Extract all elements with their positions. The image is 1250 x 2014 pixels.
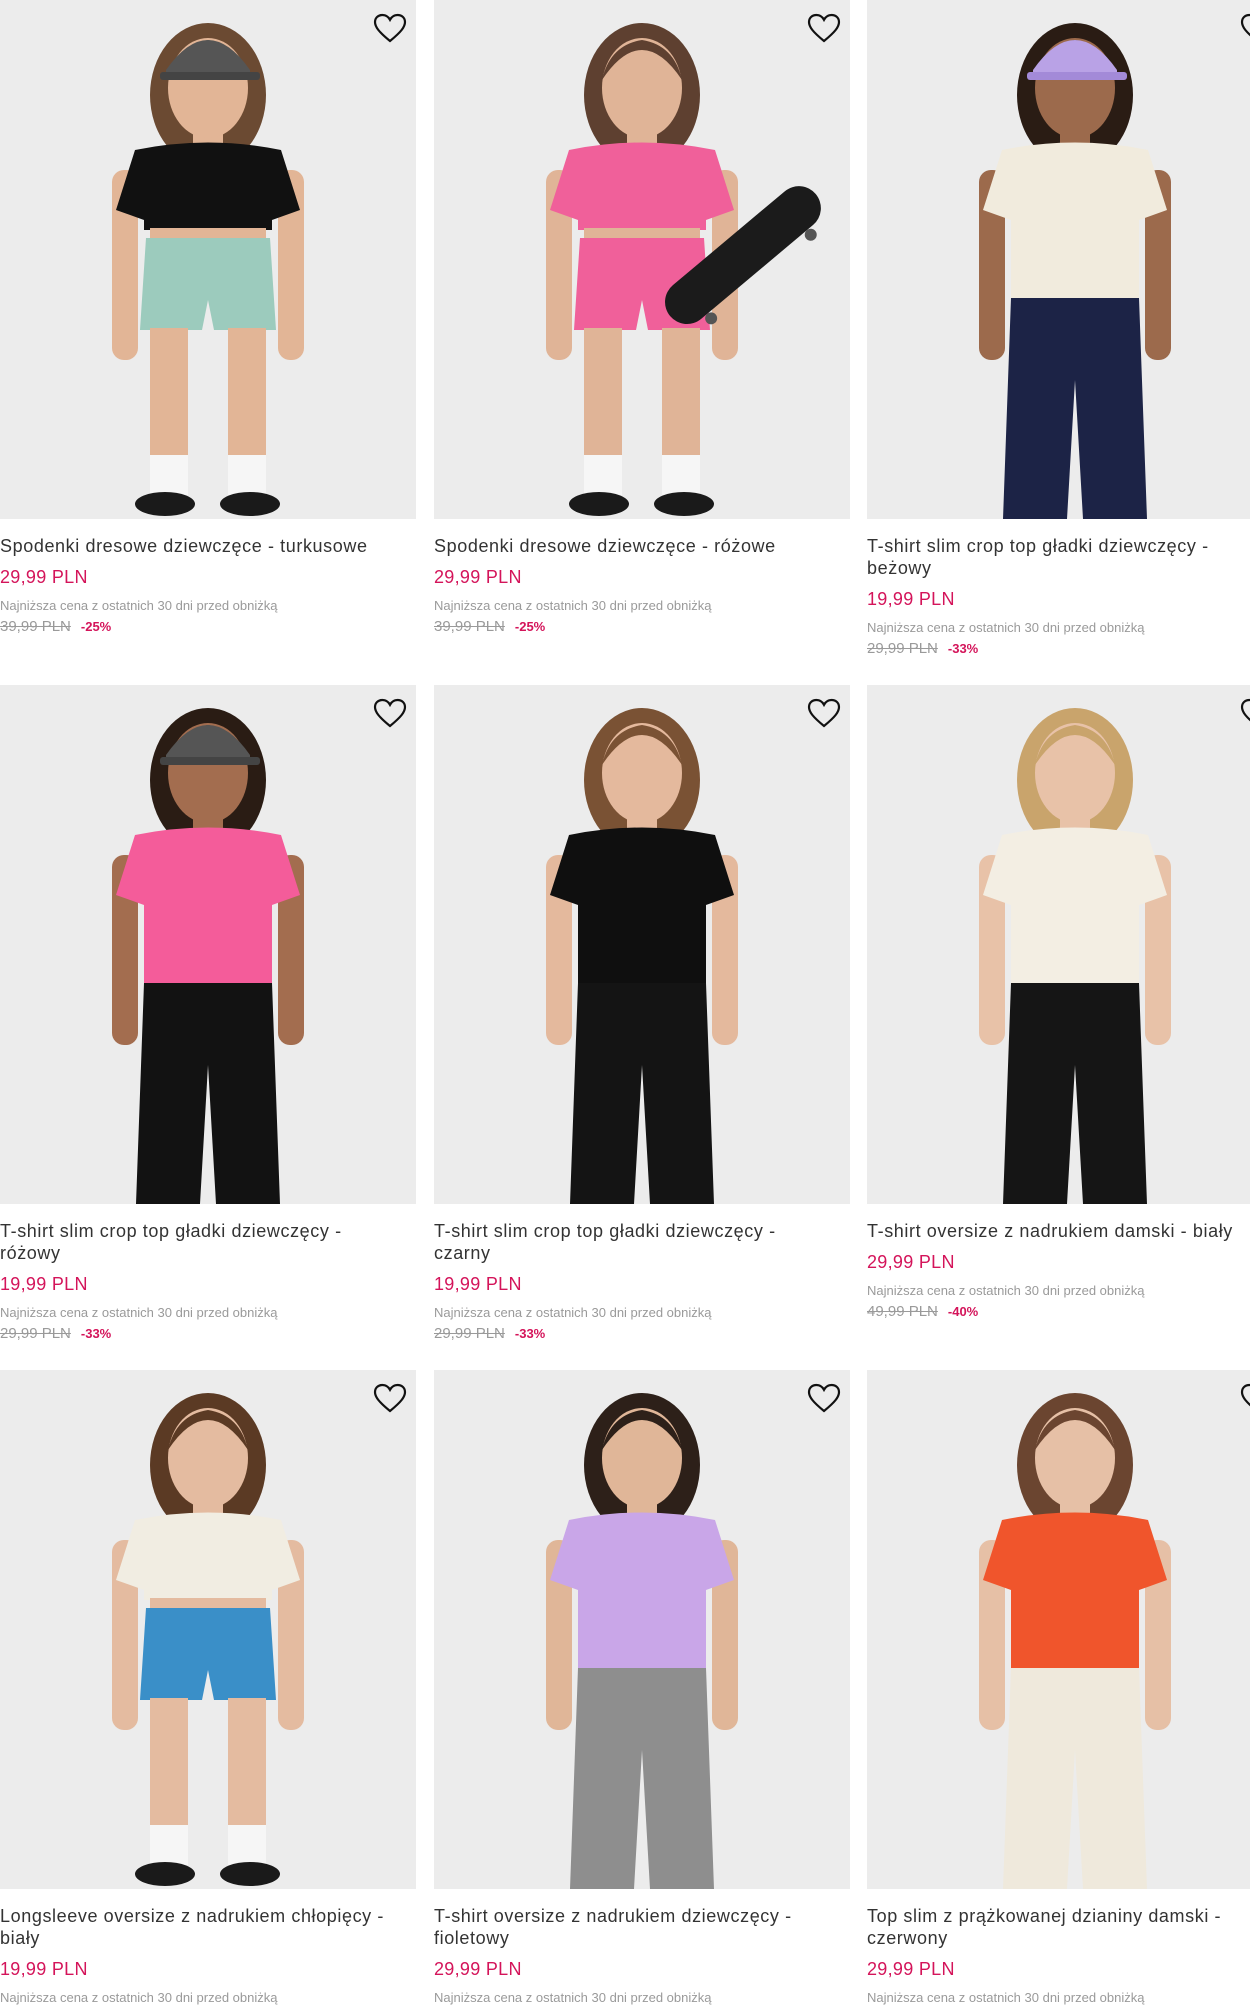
wishlist-heart-icon[interactable] [1239,10,1250,46]
product-price: 29,99 PLN [867,1959,955,1979]
model-photo [546,1393,738,1889]
model-photo [112,1393,304,1886]
lowest-price-label: Najniższa cena z ostatnich 30 dni przed … [0,598,278,613]
product-image[interactable] [867,685,1250,1204]
lowest-price-label: Najniższa cena z ostatnich 30 dni przed … [434,1990,712,2005]
previous-price-row: 39,99 PLN -25% [0,618,416,636]
product-price: 29,99 PLN [434,1959,522,1979]
wishlist-heart-icon[interactable] [372,10,408,46]
lowest-price-label: Najniższa cena z ostatnich 30 dni przed … [0,1990,278,2005]
lowest-price-label: Najniższa cena z ostatnich 30 dni przed … [434,1305,712,1320]
product-image[interactable] [434,685,850,1204]
product-price: 29,99 PLN [867,1252,955,1272]
product-title[interactable]: Top slim z prążkowanej dzianiny damski -… [867,1905,1250,1949]
product-title[interactable]: T-shirt slim crop top gładki dziewczęcy … [434,1220,850,1264]
product-title[interactable]: Spodenki dresowe dziewczęce - turkusowe [0,535,416,557]
discount-badge: -33% [514,1326,546,1341]
model-photo [979,1393,1171,1889]
product-title[interactable]: Spodenki dresowe dziewczęce - różowe [434,535,850,557]
old-price: 39,99 PLN [434,618,505,635]
product-price: 19,99 PLN [0,1274,88,1294]
previous-price-row: 29,99 PLN -33% [434,1325,850,1343]
lowest-price-label: Najniższa cena z ostatnich 30 dni przed … [0,1305,278,1320]
wishlist-heart-icon[interactable] [372,695,408,731]
lowest-price-label: Najniższa cena z ostatnich 30 dni przed … [867,1283,1145,1298]
product-image[interactable] [434,1370,850,1889]
product-image[interactable] [0,685,416,1204]
discount-badge: -33% [80,1326,112,1341]
old-price: 39,99 PLN [0,618,71,635]
product-title[interactable]: T-shirt slim crop top gładki dziewczęcy … [867,535,1250,579]
old-price: 29,99 PLN [434,1325,505,1342]
product-card[interactable]: T-shirt oversize z nadrukiem dziewczęcy … [434,1370,850,2006]
wishlist-heart-icon[interactable] [806,695,842,731]
product-card[interactable]: Spodenki dresowe dziewczęce - turkusowe 2… [0,0,416,636]
product-image[interactable] [0,1370,416,1889]
product-price: 29,99 PLN [434,567,522,587]
product-card[interactable]: Longsleeve oversize z nadrukiem chłopięc… [0,1370,416,2006]
product-card[interactable]: T-shirt slim crop top gładki dziewczęcy … [867,0,1250,658]
previous-price-row: 29,99 PLN -33% [0,1325,416,1343]
old-price: 49,99 PLN [867,1303,938,1320]
model-photo [979,708,1171,1204]
product-card[interactable]: Spodenki dresowe dziewczęce - różowe 29,9… [434,0,850,636]
wishlist-heart-icon[interactable] [1239,695,1250,731]
model-photo [546,23,821,516]
model-photo [112,708,304,1204]
product-card[interactable]: T-shirt slim crop top gładki dziewczęcy … [434,685,850,1343]
wishlist-heart-icon[interactable] [1239,1380,1250,1416]
wishlist-heart-icon[interactable] [372,1380,408,1416]
previous-price-row: 29,99 PLN -33% [867,640,1250,658]
product-price: 29,99 PLN [0,567,88,587]
product-image[interactable] [867,0,1250,519]
product-card[interactable]: Top slim z prążkowanej dzianiny damski -… [867,1370,1250,2006]
discount-badge: -40% [947,1304,979,1319]
product-price: 19,99 PLN [867,589,955,609]
product-title[interactable]: T-shirt oversize z nadrukiem damski - bi… [867,1220,1250,1242]
product-title[interactable]: Longsleeve oversize z nadrukiem chłopięc… [0,1905,416,1949]
discount-badge: -33% [947,641,979,656]
product-grid: Spodenki dresowe dziewczęce - turkusowe 2… [0,0,1250,2014]
lowest-price-label: Najniższa cena z ostatnich 30 dni przed … [867,620,1145,635]
product-image[interactable] [867,1370,1250,1889]
lowest-price-label: Najniższa cena z ostatnich 30 dni przed … [867,1990,1145,2005]
old-price: 29,99 PLN [0,1325,71,1342]
wishlist-heart-icon[interactable] [806,10,842,46]
model-photo [979,23,1171,519]
discount-badge: -25% [514,619,546,634]
product-image[interactable] [434,0,850,519]
product-card[interactable]: T-shirt oversize z nadrukiem damski - bi… [867,685,1250,1321]
product-price: 19,99 PLN [434,1274,522,1294]
product-price: 19,99 PLN [0,1959,88,1979]
product-card[interactable]: T-shirt slim crop top gładki dziewczęcy … [0,685,416,1343]
wishlist-heart-icon[interactable] [806,1380,842,1416]
product-title[interactable]: T-shirt oversize z nadrukiem dziewczęcy … [434,1905,850,1949]
product-title[interactable]: T-shirt slim crop top gładki dziewczęcy … [0,1220,416,1264]
model-photo [546,708,738,1204]
previous-price-row: 39,99 PLN -25% [434,618,850,636]
lowest-price-label: Najniższa cena z ostatnich 30 dni przed … [434,598,712,613]
discount-badge: -25% [80,619,112,634]
product-image[interactable] [0,0,416,519]
previous-price-row: 49,99 PLN -40% [867,1303,1250,1321]
old-price: 29,99 PLN [867,640,938,657]
model-photo [112,23,304,516]
